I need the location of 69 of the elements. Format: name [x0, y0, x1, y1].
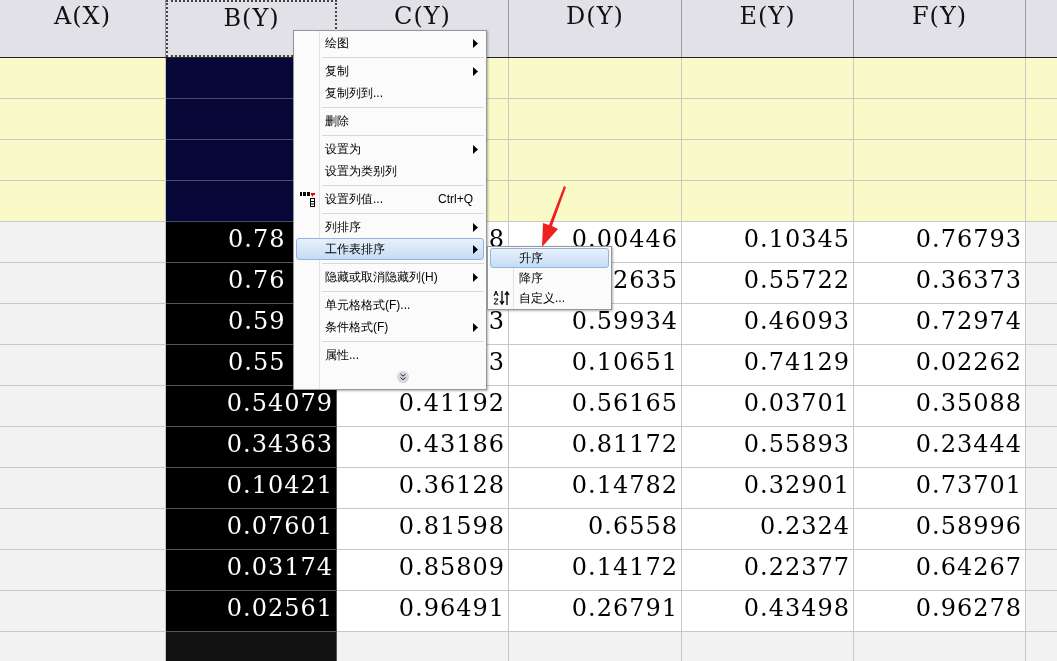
table-cell: 0.02262	[854, 345, 1026, 386]
table-cell: 0.96491	[337, 591, 509, 632]
table-cell: 0.14782	[509, 468, 682, 509]
column-values-icon	[300, 191, 316, 207]
table-cell	[1026, 509, 1057, 550]
table-cell: 0.73701	[854, 468, 1026, 509]
table-cell	[1026, 591, 1057, 632]
table-cell: 0.81598	[337, 509, 509, 550]
label-cell	[1026, 58, 1057, 99]
table-cell: 0.46093	[682, 304, 854, 345]
menu-item[interactable]: 设置列值... Ctrl+Q	[296, 188, 484, 210]
menu-item[interactable]: 删除	[296, 110, 484, 132]
table-cell: 0.81172	[509, 427, 682, 468]
table-cell: 0.03174	[166, 550, 337, 591]
table-cell: 0.34363	[166, 427, 337, 468]
table-cell: 0.10421	[166, 468, 337, 509]
table-cell: 0.85809	[337, 550, 509, 591]
table-cell: 0.22377	[682, 550, 854, 591]
table-cell	[1026, 632, 1057, 661]
menu-item[interactable]: 升序	[490, 248, 609, 268]
table-cell	[1026, 386, 1057, 427]
table-cell: 0.36373	[854, 263, 1026, 304]
table-cell: 0.02561	[166, 591, 337, 632]
table-cell: 0.03701	[682, 386, 854, 427]
menu-item[interactable]: 复制列到...	[296, 82, 484, 104]
table-cell: 0.64267	[854, 550, 1026, 591]
table-cell: 0.96278	[854, 591, 1026, 632]
table-cell: 0.55722	[682, 263, 854, 304]
menu-item[interactable]: 工作表排序	[296, 238, 484, 260]
table-cell: 0.74129	[682, 345, 854, 386]
table-cell	[1026, 263, 1057, 304]
menu-item[interactable]: 复制	[296, 60, 484, 82]
label-cell	[1026, 140, 1057, 181]
table-cell: 0.59934	[509, 304, 682, 345]
table-cell	[1026, 427, 1057, 468]
table-cell: 0.41192	[337, 386, 509, 427]
table-cell	[1026, 550, 1057, 591]
table-cell: 0.35088	[854, 386, 1026, 427]
menu-item[interactable]: 设置为	[296, 138, 484, 160]
menu-item[interactable]: 设置为类别列	[296, 160, 484, 182]
table-cell: 0.76793	[854, 222, 1026, 263]
table-cell: 0.26791	[509, 591, 682, 632]
table-cell	[1026, 304, 1057, 345]
table-cell: 0.10651	[509, 345, 682, 386]
table-cell: 0.43186	[337, 427, 509, 468]
table-cell: 0.6558	[509, 509, 682, 550]
sort-icon	[493, 290, 511, 306]
table-cell: 0.36128	[337, 468, 509, 509]
table-cell	[1026, 468, 1057, 509]
table-cell: 0.23444	[854, 427, 1026, 468]
expand-icon[interactable]	[396, 371, 409, 383]
table-cell: 0.58996	[854, 509, 1026, 550]
column-header[interactable]: D(Y)	[509, 0, 682, 57]
table-cell: 0.07601	[166, 509, 337, 550]
table-cell: 0.10345	[682, 222, 854, 263]
column-header[interactable]: A(X)	[0, 0, 166, 57]
label-cell	[1026, 99, 1057, 140]
table-cell: 0.43498	[682, 591, 854, 632]
table-cell: 0.2324	[682, 509, 854, 550]
table-cell: 0.54079	[166, 386, 337, 427]
table-cell: 0.72974	[854, 304, 1026, 345]
column-header[interactable]: E(Y)	[682, 0, 854, 57]
table-cell: 0.55893	[682, 427, 854, 468]
label-cell	[1026, 181, 1057, 222]
table-cell	[1026, 222, 1057, 263]
table-cell: 0.56165	[509, 386, 682, 427]
table-cell	[1026, 345, 1057, 386]
table-cell: 0.32901	[682, 468, 854, 509]
table-cell: 0.14172	[509, 550, 682, 591]
